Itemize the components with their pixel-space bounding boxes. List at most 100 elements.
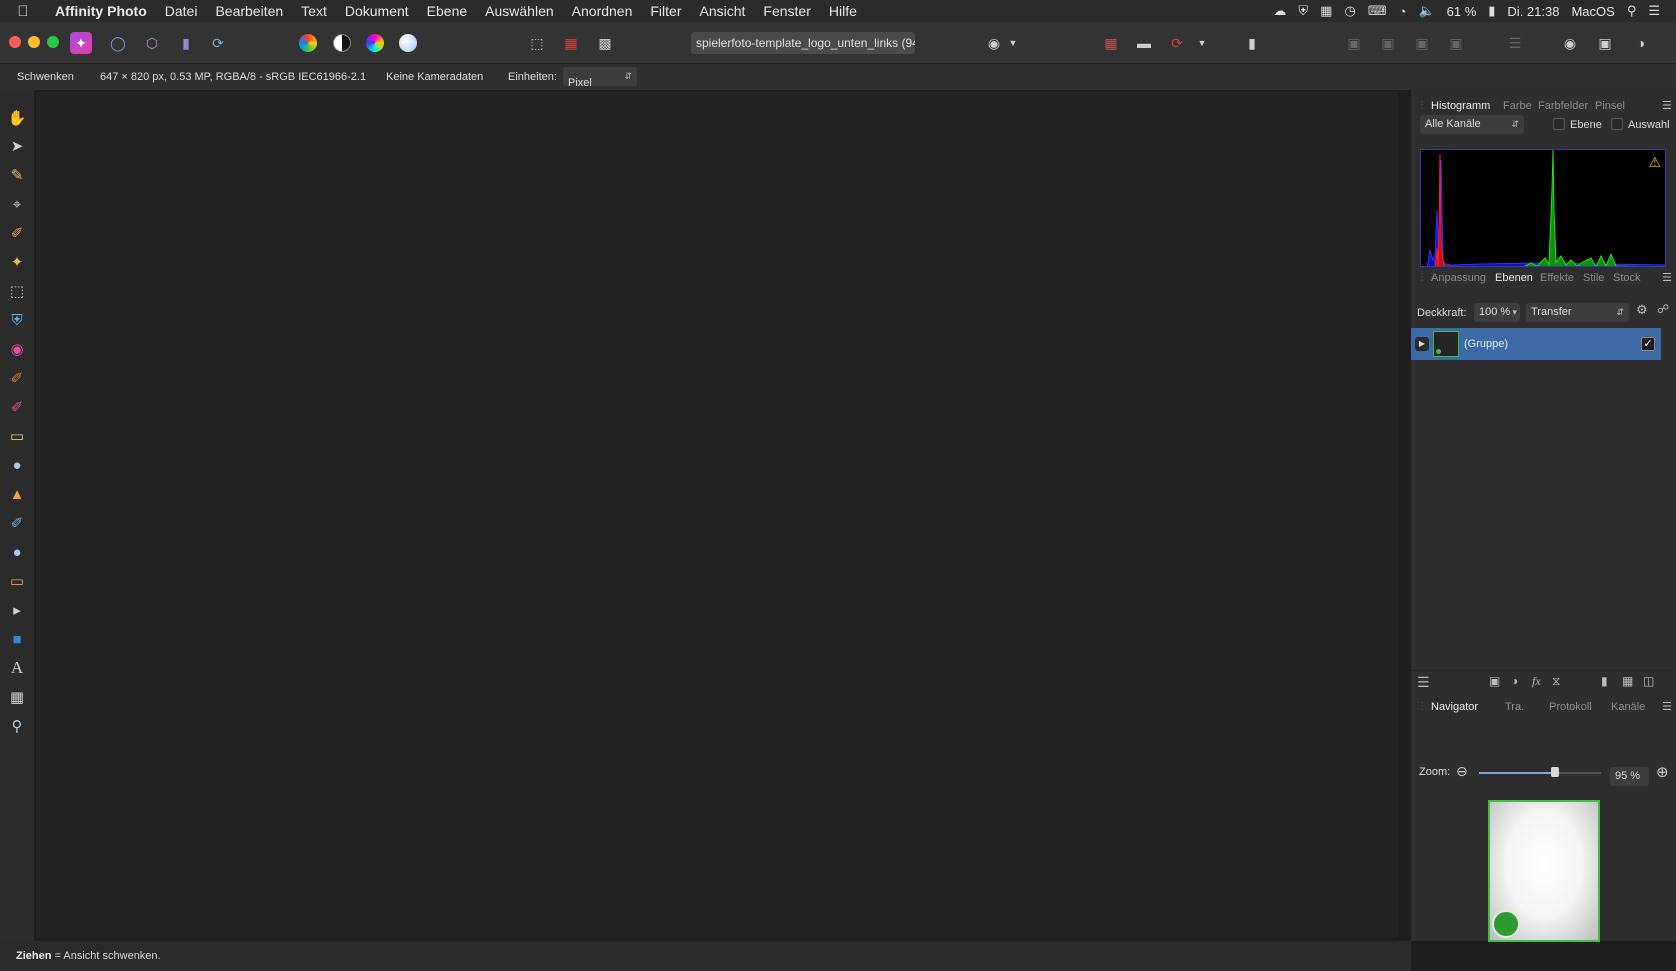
menu-anordnen[interactable]: Anordnen — [563, 3, 642, 19]
panel-menu-icon[interactable]: ☰ — [1662, 700, 1672, 713]
hand-tool-icon[interactable]: ✋ — [5, 106, 29, 130]
zoom-tool-icon[interactable]: ⚲ — [5, 714, 29, 738]
mesh-warp-tool-icon[interactable]: ▦ — [5, 685, 29, 709]
levels-icon[interactable] — [299, 34, 317, 52]
menu-auswaehlen[interactable]: Auswählen — [476, 3, 563, 19]
layer-row[interactable]: ▶ (Gruppe) ✓ — [1411, 328, 1661, 360]
snapping-mode-icon[interactable]: ▬ — [1133, 32, 1155, 54]
gear-icon[interactable]: ⚙ — [1636, 302, 1648, 318]
tab-pinsel[interactable]: Pinsel — [1595, 100, 1625, 112]
tab-protokoll[interactable]: Protokoll — [1549, 701, 1592, 713]
layers-stack-icon[interactable]: ☰ — [1417, 674, 1430, 691]
close-window-button[interactable] — [9, 36, 21, 48]
navigator-thumbnail[interactable] — [1488, 800, 1600, 942]
color-picker-tool-icon[interactable]: ✎ — [5, 163, 29, 187]
zoom-out-icon[interactable]: ⊖ — [1456, 763, 1468, 780]
layer-checkbox[interactable] — [1553, 118, 1565, 130]
flood-fill-tool-icon[interactable]: ⛨ — [5, 308, 29, 332]
time-machine-icon[interactable]: ◷ — [1344, 3, 1355, 19]
smudge-tool-icon[interactable]: ✐ — [5, 511, 29, 535]
text-tool-icon[interactable]: A — [5, 656, 29, 680]
arrange-backward-icon[interactable]: ▣ — [1377, 32, 1399, 54]
arrange-front-icon[interactable]: ▣ — [1445, 32, 1467, 54]
boolean-subtract-icon[interactable]: ▣ — [1594, 32, 1616, 54]
warning-icon[interactable]: ⚠ — [1648, 154, 1661, 171]
align-icon[interactable]: ☰ — [1504, 32, 1526, 54]
paint-brush-tool-icon[interactable]: ✐ — [5, 366, 29, 390]
chevron-down-icon[interactable]: ▼ — [1007, 32, 1019, 54]
zoom-slider-knob[interactable] — [1550, 767, 1559, 777]
mask-layer-icon[interactable]: ▣ — [1489, 674, 1500, 688]
menu-hilfe[interactable]: Hilfe — [820, 3, 866, 19]
document-title[interactable]: spielerfoto-template_logo_unten_links (9… — [691, 32, 915, 54]
liquify-persona-icon[interactable]: ◯ — [107, 32, 129, 54]
fx-icon[interactable]: fx — [1532, 674, 1541, 689]
menu-ansicht[interactable]: Ansicht — [691, 3, 755, 19]
deselect-icon[interactable]: ▦ — [560, 32, 582, 54]
notification-center-icon[interactable]: ☰ — [1648, 3, 1660, 19]
tab-anpassung[interactable]: Anpassung — [1431, 272, 1486, 284]
folder-icon[interactable]: ▮ — [1601, 674, 1608, 688]
rectangular-marquee-tool-icon[interactable]: ⬚ — [5, 279, 29, 303]
quick-mask-icon[interactable]: ◉ — [983, 32, 1005, 54]
channel-select[interactable]: Alle Kanäle ⇵ — [1420, 115, 1524, 134]
blend-mode-select[interactable]: Transfer ⇵ — [1526, 303, 1629, 322]
battery-percent[interactable]: 61 % — [1447, 4, 1477, 19]
selection-checkbox[interactable] — [1611, 118, 1623, 130]
zoom-value-field[interactable]: 95 % — [1610, 767, 1649, 786]
menu-text[interactable]: Text — [292, 3, 336, 19]
develop-persona-icon[interactable]: ⬡ — [141, 32, 163, 54]
shield-icon[interactable]: ⛨ — [1298, 3, 1308, 19]
black-white-icon[interactable] — [333, 34, 351, 52]
marquee-select-icon[interactable]: ⬚ — [526, 32, 548, 54]
layer-visibility-checkbox[interactable]: ✓ — [1641, 337, 1655, 351]
add-pixel-layer-icon[interactable]: ▦ — [1622, 674, 1633, 688]
tab-histogramm[interactable]: Histogramm — [1431, 100, 1490, 112]
arrange-back-icon[interactable]: ▣ — [1343, 32, 1365, 54]
tab-effekte[interactable]: Effekte — [1540, 272, 1574, 284]
tab-ebenen[interactable]: Ebenen — [1495, 272, 1533, 284]
invert-selection-icon[interactable]: ▩ — [594, 32, 616, 54]
layer-name[interactable]: (Gruppe) — [1464, 338, 1508, 350]
healing-brush-tool-icon[interactable]: ▭ — [5, 569, 29, 593]
chevron-down-icon[interactable]: ▼ — [1196, 32, 1208, 54]
snapping-magnet-icon[interactable]: ⟳ — [1166, 32, 1188, 54]
grid-icon[interactable]: ▦ — [1320, 3, 1332, 19]
adjustment-layer-icon[interactable]: ◑ — [1511, 674, 1518, 688]
lock-icon[interactable]: ☍ — [1657, 302, 1669, 316]
color-replacement-tool-icon[interactable]: ✐ — [5, 395, 29, 419]
flood-select-tool-icon[interactable]: ✦ — [5, 250, 29, 274]
clock[interactable]: Di. 21:38 — [1507, 4, 1559, 19]
arrange-forward-icon[interactable]: ▣ — [1411, 32, 1433, 54]
tab-farbe[interactable]: Farbe — [1503, 100, 1532, 112]
tab-transform[interactable]: Tra. — [1505, 701, 1524, 713]
menu-filter[interactable]: Filter — [641, 3, 690, 19]
photo-persona-icon[interactable]: ✦ — [70, 32, 92, 54]
panel-menu-icon[interactable]: ☰ — [1662, 271, 1672, 284]
keyboard-icon[interactable]: ⌨ — [1368, 3, 1387, 19]
canvas[interactable] — [36, 91, 1398, 938]
user-name[interactable]: MacOS — [1571, 4, 1614, 19]
volume-icon[interactable]: 🔈 — [1418, 3, 1434, 19]
assistant-icon[interactable]: ▮ — [1241, 32, 1263, 54]
menu-datei[interactable]: Datei — [156, 3, 207, 19]
rectangle-tool-icon[interactable]: ■ — [5, 627, 29, 651]
menu-ebene[interactable]: Ebene — [418, 3, 476, 19]
opacity-select[interactable]: 100 % ▾ — [1474, 303, 1520, 322]
zoom-slider[interactable] — [1479, 767, 1601, 777]
cloud-icon[interactable]: ☁ — [1273, 3, 1286, 19]
trash-icon[interactable]: ◫ — [1643, 674, 1654, 688]
snapping-grid-icon[interactable]: ▦ — [1100, 32, 1122, 54]
minimize-window-button[interactable] — [28, 36, 40, 48]
move-tool-icon[interactable]: ➤ — [5, 134, 29, 158]
menu-dokument[interactable]: Dokument — [336, 3, 418, 19]
battery-icon[interactable]: ▮ — [1488, 3, 1495, 19]
live-filter-icon[interactable]: ⧖ — [1552, 674, 1560, 689]
tab-kanaele[interactable]: Kanäle — [1611, 701, 1645, 713]
tab-navigator[interactable]: Navigator — [1431, 701, 1478, 713]
panel-menu-icon[interactable]: ☰ — [1662, 99, 1672, 112]
menu-fenster[interactable]: Fenster — [754, 3, 819, 19]
crop-tool-icon[interactable]: ⌖ — [5, 192, 29, 216]
boolean-add-icon[interactable]: ◉ — [1559, 32, 1581, 54]
gradient-tool-icon[interactable]: ◉ — [5, 337, 29, 361]
